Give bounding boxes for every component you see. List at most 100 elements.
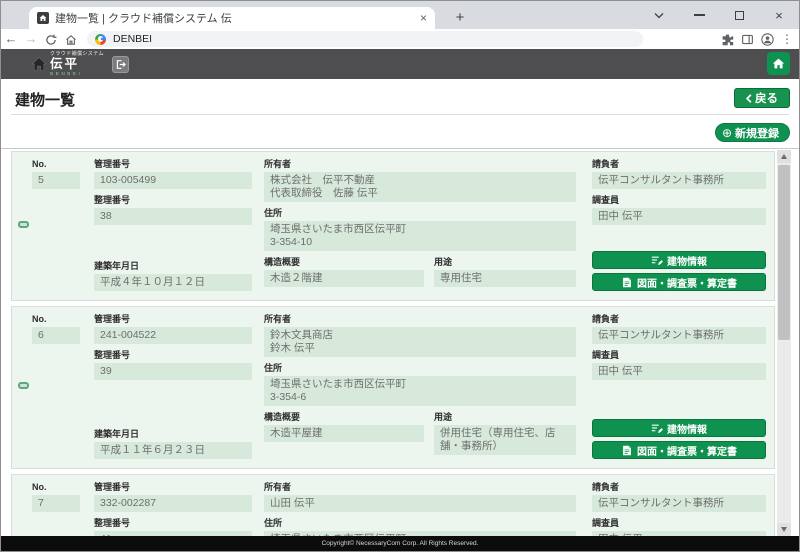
page-title: 建物一覧 — [15, 89, 75, 110]
back-button[interactable]: 戻る — [734, 88, 790, 108]
address-field: 埼玉県さいたま市西区伝平町3-354-6 — [264, 376, 576, 406]
building-row: No. 6 管理番号 241-004522 整理番号 39 建築年月日 平成１１… — [11, 306, 775, 469]
documents-button[interactable]: 図面・調査票・算定書 — [592, 273, 766, 291]
tab-strip: 建物一覧 | クラウド補償システム 伝 × + × — [1, 1, 799, 29]
kanri-field: 241-004522 — [94, 327, 252, 344]
address-label: 住所 — [264, 518, 576, 529]
footer-bar: Copyright© NecessaryCom Corp. All Rights… — [1, 536, 799, 551]
kanri-field: 332-002287 — [94, 495, 252, 512]
building-list-wrap: No. 5 管理番号 103-005499 整理番号 38 建築年月日 平成４年… — [1, 148, 799, 536]
kanri-label: 管理番号 — [94, 482, 264, 493]
inspector-field: 田中 伝平 — [592, 363, 766, 380]
browser-home-icon[interactable] — [61, 29, 81, 49]
tab-close-icon[interactable]: × — [420, 12, 427, 24]
owner-label: 所有者 — [264, 159, 576, 170]
title-divider — [11, 114, 789, 115]
app-home-button[interactable] — [767, 52, 790, 75]
maximize-button[interactable] — [719, 1, 759, 29]
site-favicon-icon — [37, 12, 49, 24]
kanri-field: 103-005499 — [94, 172, 252, 189]
edit-lines-icon — [651, 255, 663, 266]
copyright-text: Copyright© NecessaryCom Corp. All Rights… — [322, 540, 479, 547]
building-info-button[interactable]: 建物情報 — [592, 419, 766, 437]
tab-title: 建物一覧 | クラウド補償システム 伝 — [55, 10, 414, 26]
tab-search-icon[interactable] — [639, 1, 679, 29]
scrollbar-thumb[interactable] — [778, 165, 790, 340]
scrollbar[interactable] — [777, 150, 791, 536]
contractor-field: 伝平コンサルタント事務所 — [592, 172, 766, 189]
contractor-label: 請負者 — [592, 314, 766, 325]
building-list: No. 5 管理番号 103-005499 整理番号 38 建築年月日 平成４年… — [11, 151, 775, 536]
seiri-label: 整理番号 — [94, 518, 264, 529]
no-field: 6 — [32, 327, 80, 344]
inspector-label: 調査員 — [592, 195, 766, 206]
building-row: No. 5 管理番号 103-005499 整理番号 38 建築年月日 平成４年… — [11, 151, 775, 301]
side-panel-icon[interactable] — [741, 33, 754, 46]
no-field: 5 — [32, 172, 80, 189]
building-row: No. 7 管理番号 332-002287 整理番号 41 建築年月日 所有者 … — [11, 474, 775, 536]
document-icon — [621, 445, 633, 456]
scroll-down-icon[interactable] — [777, 523, 791, 536]
structure-field: 木造２階建 — [264, 270, 424, 287]
browser-tab[interactable]: 建物一覧 | クラウド補償システム 伝 × — [29, 7, 435, 29]
contractor-label: 請負者 — [592, 159, 766, 170]
address-label: 住所 — [264, 208, 576, 219]
new-registration-button[interactable]: ⊕ 新規登録 — [715, 123, 790, 142]
seiri-label: 整理番号 — [94, 195, 264, 206]
built-label: 建築年月日 — [94, 261, 264, 272]
documents-button[interactable]: 図面・調査票・算定書 — [592, 441, 766, 459]
owner-field: 山田 伝平 — [264, 495, 576, 512]
link-icon[interactable] — [18, 382, 29, 389]
minimize-button[interactable] — [679, 1, 719, 29]
page-content: 建物一覧 戻る ⊕ 新規登録 No. 5 管理番号 103-005499 整理番… — [1, 79, 799, 536]
close-button[interactable]: × — [759, 1, 799, 29]
no-label: No. — [32, 482, 94, 493]
kanri-label: 管理番号 — [94, 159, 264, 170]
address-field: 埼玉県さいたま市西区伝平町3-354-10 — [264, 221, 576, 251]
inspector-field: 田中 伝平 — [592, 208, 766, 225]
browser-menu-icon[interactable]: ⋮ — [781, 33, 793, 45]
structure-label: 構造概要 — [264, 412, 424, 423]
owner-label: 所有者 — [264, 314, 576, 325]
window-controls: × — [639, 1, 799, 29]
scroll-up-icon[interactable] — [777, 150, 791, 163]
extensions-icon[interactable] — [721, 33, 734, 46]
built-field: 平成１１年６月２３日 — [94, 442, 252, 459]
chevron-left-icon — [746, 94, 752, 103]
logout-button[interactable] — [112, 56, 129, 73]
seiri-field: 38 — [94, 208, 252, 225]
no-field: 7 — [32, 495, 80, 512]
kanri-label: 管理番号 — [94, 314, 264, 325]
building-info-button[interactable]: 建物情報 — [592, 251, 766, 269]
address-label: 住所 — [264, 363, 576, 374]
owner-label: 所有者 — [264, 482, 576, 493]
reload-icon[interactable] — [41, 29, 61, 49]
seiri-label: 整理番号 — [94, 350, 264, 361]
contractor-field: 伝平コンサルタント事務所 — [592, 495, 766, 512]
plus-circle-icon: ⊕ — [722, 127, 732, 139]
inspector-label: 調査員 — [592, 518, 766, 529]
google-g-icon — [95, 34, 106, 45]
address-bar[interactable]: DENBEI — [87, 31, 643, 47]
app-header: クラウド補償システム 伝平 DENBEI — [1, 49, 799, 79]
toolbar-right: ⋮ — [721, 29, 793, 49]
logo-name-text: 伝平 — [50, 58, 104, 71]
seiri-field: 39 — [94, 363, 252, 380]
forward-icon[interactable]: → — [21, 29, 41, 49]
edit-lines-icon — [651, 423, 663, 434]
contractor-field: 伝平コンサルタント事務所 — [592, 327, 766, 344]
logo-romaji-text: DENBEI — [50, 72, 104, 77]
back-icon[interactable]: ← — [1, 29, 21, 49]
profile-avatar-icon[interactable] — [761, 33, 774, 46]
app-logo: クラウド補償システム 伝平 DENBEI — [50, 52, 104, 76]
usage-field: 併用住宅（専用住宅、店舗・事務所） — [434, 425, 576, 455]
usage-field: 専用住宅 — [434, 270, 576, 287]
structure-label: 構造概要 — [264, 257, 424, 268]
built-label: 建築年月日 — [94, 429, 264, 440]
url-text: DENBEI — [113, 33, 152, 45]
no-label: No. — [32, 159, 94, 170]
link-icon[interactable] — [18, 221, 29, 228]
built-field: 平成４年１０月１２日 — [94, 274, 252, 291]
new-tab-button[interactable]: + — [449, 7, 471, 29]
inspector-label: 調査員 — [592, 350, 766, 361]
